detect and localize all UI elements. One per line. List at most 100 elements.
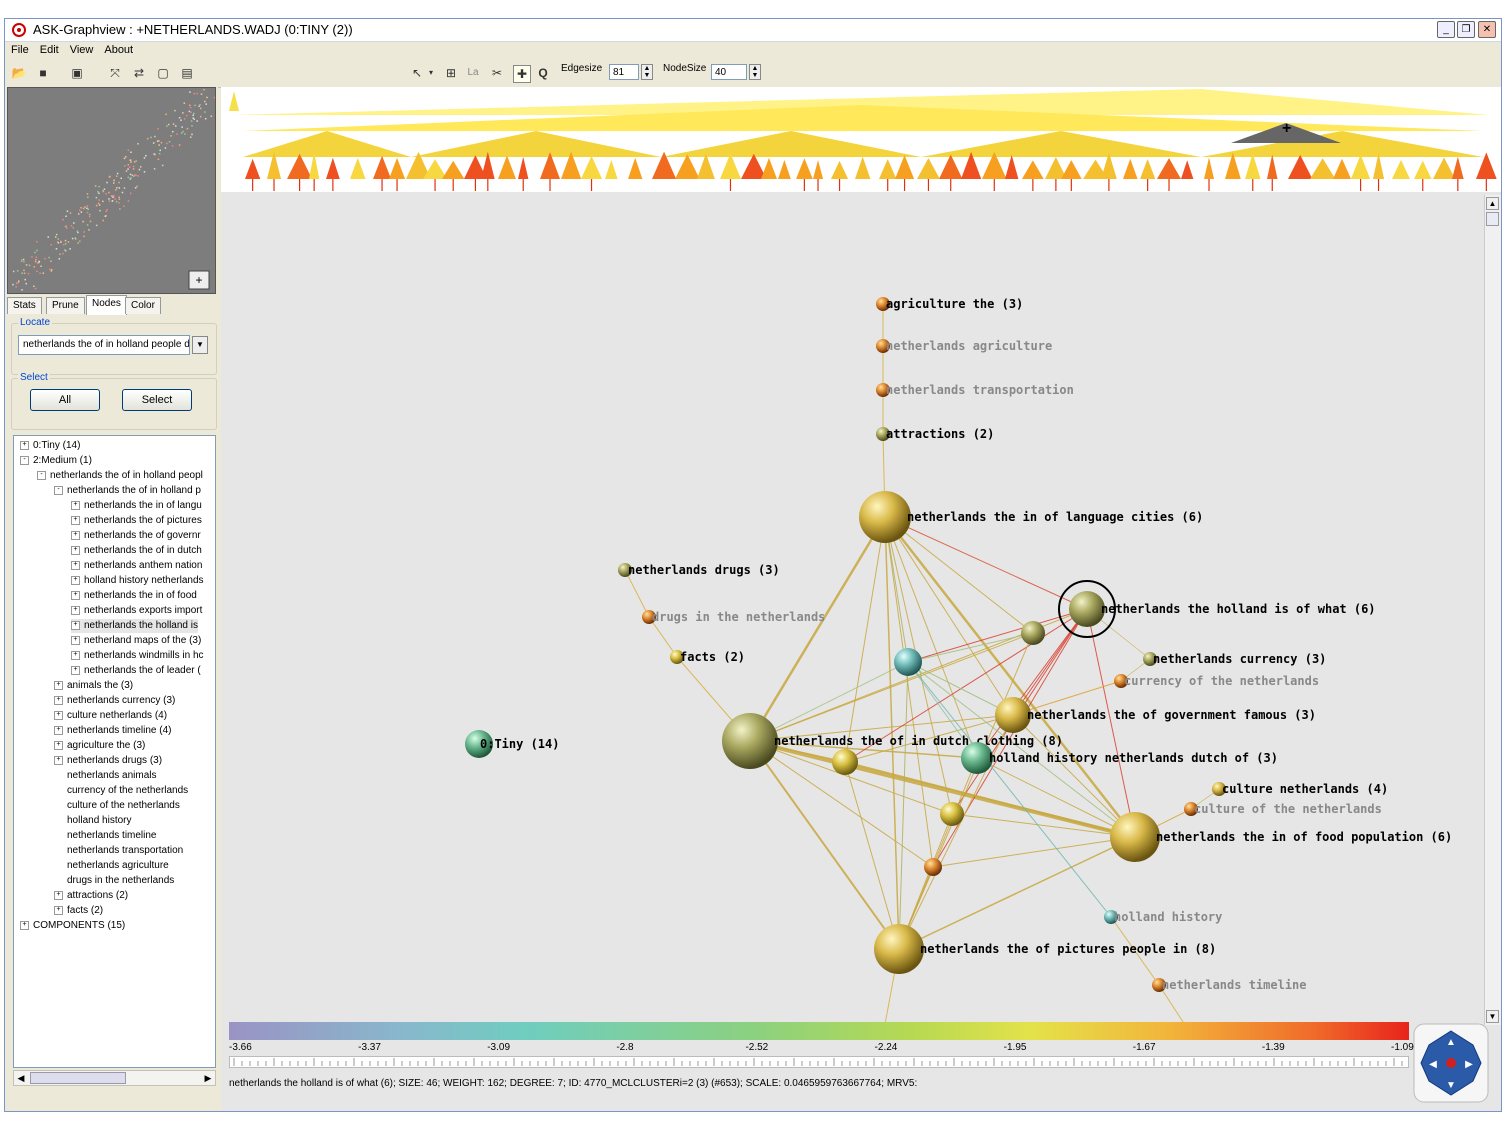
graph-node[interactable]	[874, 924, 924, 974]
tree-node[interactable]: netherlands timeline	[54, 829, 157, 843]
tree-node[interactable]: + agriculture the (3)	[54, 739, 145, 753]
export-icon[interactable]: ▣	[69, 65, 85, 81]
expand-icon[interactable]: +	[71, 545, 80, 555]
close-button[interactable]: ✕	[1478, 21, 1496, 38]
tree-node[interactable]: netherlands transportation	[54, 844, 183, 858]
menu-file[interactable]: File	[5, 42, 34, 56]
cut-icon[interactable]: ✂	[489, 65, 505, 81]
collapse-icon[interactable]: -	[54, 485, 63, 495]
graph-node[interactable]	[859, 491, 911, 543]
menu-edit[interactable]: Edit	[34, 42, 64, 56]
scroll-down-icon[interactable]: ▼	[1486, 1010, 1499, 1023]
tree-node[interactable]: netherlands agriculture	[54, 859, 169, 873]
tree-node[interactable]: - netherlands the of in holland p	[54, 484, 201, 498]
tree-node[interactable]: culture of the netherlands	[54, 799, 180, 813]
tree-node[interactable]: + netherlands the of leader (	[71, 664, 201, 678]
expand-icon[interactable]: +	[71, 590, 80, 600]
tree-node[interactable]: drugs in the netherlands	[54, 874, 174, 888]
graph-node[interactable]	[940, 802, 964, 826]
graph-node[interactable]	[722, 713, 778, 769]
expand-icon[interactable]: +	[71, 500, 80, 510]
select-button[interactable]: Select	[122, 389, 192, 411]
cluster-dendrogram[interactable]: +	[221, 87, 1501, 192]
nav-right-icon[interactable]: ▶	[1465, 1059, 1473, 1070]
tree-node[interactable]: + netherland maps of the (3)	[71, 634, 201, 648]
tree-node[interactable]: + netherlands the in of food	[71, 589, 197, 603]
minimap-canvas[interactable]: +	[8, 88, 215, 293]
tree-node[interactable]: + netherlands windmills in hc	[71, 649, 204, 663]
menu-view[interactable]: View	[64, 42, 99, 56]
expand-icon[interactable]: +	[71, 575, 80, 585]
tree-node[interactable]: + netherlands the of in dutch	[71, 544, 202, 558]
tree-node[interactable]: +0:Tiny (14)	[20, 439, 80, 453]
expand-icon[interactable]: +	[54, 695, 63, 705]
graph-vertical-scrollbar[interactable]: ▲ ▼	[1484, 195, 1501, 1025]
scroll-left-icon[interactable]: ◀	[14, 1071, 28, 1085]
navigation-pad[interactable]: ▲ ▼ ◀ ▶	[1413, 1023, 1489, 1103]
pan-icon[interactable]: ✚	[513, 65, 531, 83]
expand-icon[interactable]: +	[54, 905, 63, 915]
expand-icon[interactable]: +	[54, 725, 63, 735]
nav-up-icon[interactable]: ▲	[1446, 1037, 1456, 1048]
scroll-up-icon[interactable]: ▲	[1486, 197, 1499, 210]
expand-icon[interactable]: +	[54, 755, 63, 765]
expand-icon[interactable]: +	[71, 635, 80, 645]
tree-node[interactable]: netherlands animals	[54, 769, 157, 783]
save-icon[interactable]: ■	[35, 65, 51, 81]
tree-node[interactable]: + netherlands the holland is	[71, 619, 198, 633]
query-icon[interactable]: Q	[535, 65, 551, 81]
window-icon[interactable]: ▢	[155, 65, 171, 81]
nav-left-icon[interactable]: ◀	[1429, 1059, 1437, 1070]
expand-icon[interactable]: +	[54, 710, 63, 720]
expand-icon[interactable]: +	[20, 920, 29, 930]
graph-node[interactable]	[1069, 591, 1105, 627]
tree-node[interactable]: + netherlands drugs (3)	[54, 754, 162, 768]
tree-node[interactable]: + netherlands the in of langu	[71, 499, 202, 513]
collapse-icon[interactable]: -	[37, 470, 46, 480]
chevron-down-icon[interactable]: ▼	[192, 336, 208, 354]
menu-about[interactable]: About	[98, 42, 138, 56]
graph-node[interactable]	[995, 697, 1031, 733]
expand-icon[interactable]: +	[71, 620, 80, 630]
minimize-button[interactable]: _	[1437, 21, 1455, 38]
tree-node[interactable]: + COMPONENTS (15)	[20, 919, 125, 933]
open-folder-icon[interactable]: 📂	[11, 65, 27, 81]
tree-node[interactable]: -2:Medium (1)	[20, 454, 92, 468]
tree-node[interactable]: holland history	[54, 814, 131, 828]
expand-icon[interactable]: +	[71, 530, 80, 540]
graph-node[interactable]	[894, 648, 922, 676]
nav-center-icon[interactable]	[1446, 1058, 1456, 1068]
expand-icon[interactable]: +	[71, 605, 80, 615]
tree-node[interactable]: + netherlands timeline (4)	[54, 724, 172, 738]
expand-icon[interactable]: +	[71, 515, 80, 525]
nodesize-stepper[interactable]: ▲ ▼	[749, 64, 761, 80]
layout-tool-icon[interactable]: ⤧	[107, 65, 123, 81]
edgesize-input[interactable]: 81	[609, 64, 639, 80]
cluster-tree[interactable]: +0:Tiny (14) -2:Medium (1) - netherlands th…	[13, 435, 216, 1068]
expand-icon[interactable]: +	[54, 740, 63, 750]
scroll-thumb[interactable]	[1486, 212, 1499, 226]
graph-node[interactable]	[924, 858, 942, 876]
dropdown-arrow-icon[interactable]: ▾	[423, 65, 439, 81]
tree-node[interactable]: + netherlands the of governr	[71, 529, 201, 543]
scroll-thumb[interactable]	[30, 1072, 126, 1084]
tab-nodes[interactable]: Nodes	[86, 295, 127, 315]
graph-canvas[interactable]: agriculture the (3) netherlands agricultu…	[221, 195, 1483, 1077]
zoom-fit-icon[interactable]: ⊞	[443, 65, 459, 81]
nodesize-input[interactable]: 40	[711, 64, 747, 80]
tree-node[interactable]: + holland history netherlands	[71, 574, 204, 588]
overview-minimap[interactable]: +	[7, 87, 216, 294]
tree-horizontal-scrollbar[interactable]: ◀ ▶	[13, 1070, 216, 1086]
tree-node[interactable]: currency of the netherlands	[54, 784, 188, 798]
tree-node[interactable]: + netherlands the of pictures	[71, 514, 202, 528]
expand-icon[interactable]: +	[71, 665, 80, 675]
layout-label[interactable]: La	[465, 65, 481, 81]
arrange-icon[interactable]: ⇄	[131, 65, 147, 81]
scale-slider[interactable]	[229, 1056, 1409, 1068]
tab-prune[interactable]: Prune	[46, 297, 85, 314]
tree-node[interactable]: + netherlands currency (3)	[54, 694, 175, 708]
tree-node[interactable]: - netherlands the of in holland peopl	[37, 469, 203, 483]
edgesize-stepper[interactable]: ▲ ▼	[641, 64, 653, 80]
tree-node[interactable]: + attractions (2)	[54, 889, 128, 903]
expand-icon[interactable]: +	[71, 650, 80, 660]
